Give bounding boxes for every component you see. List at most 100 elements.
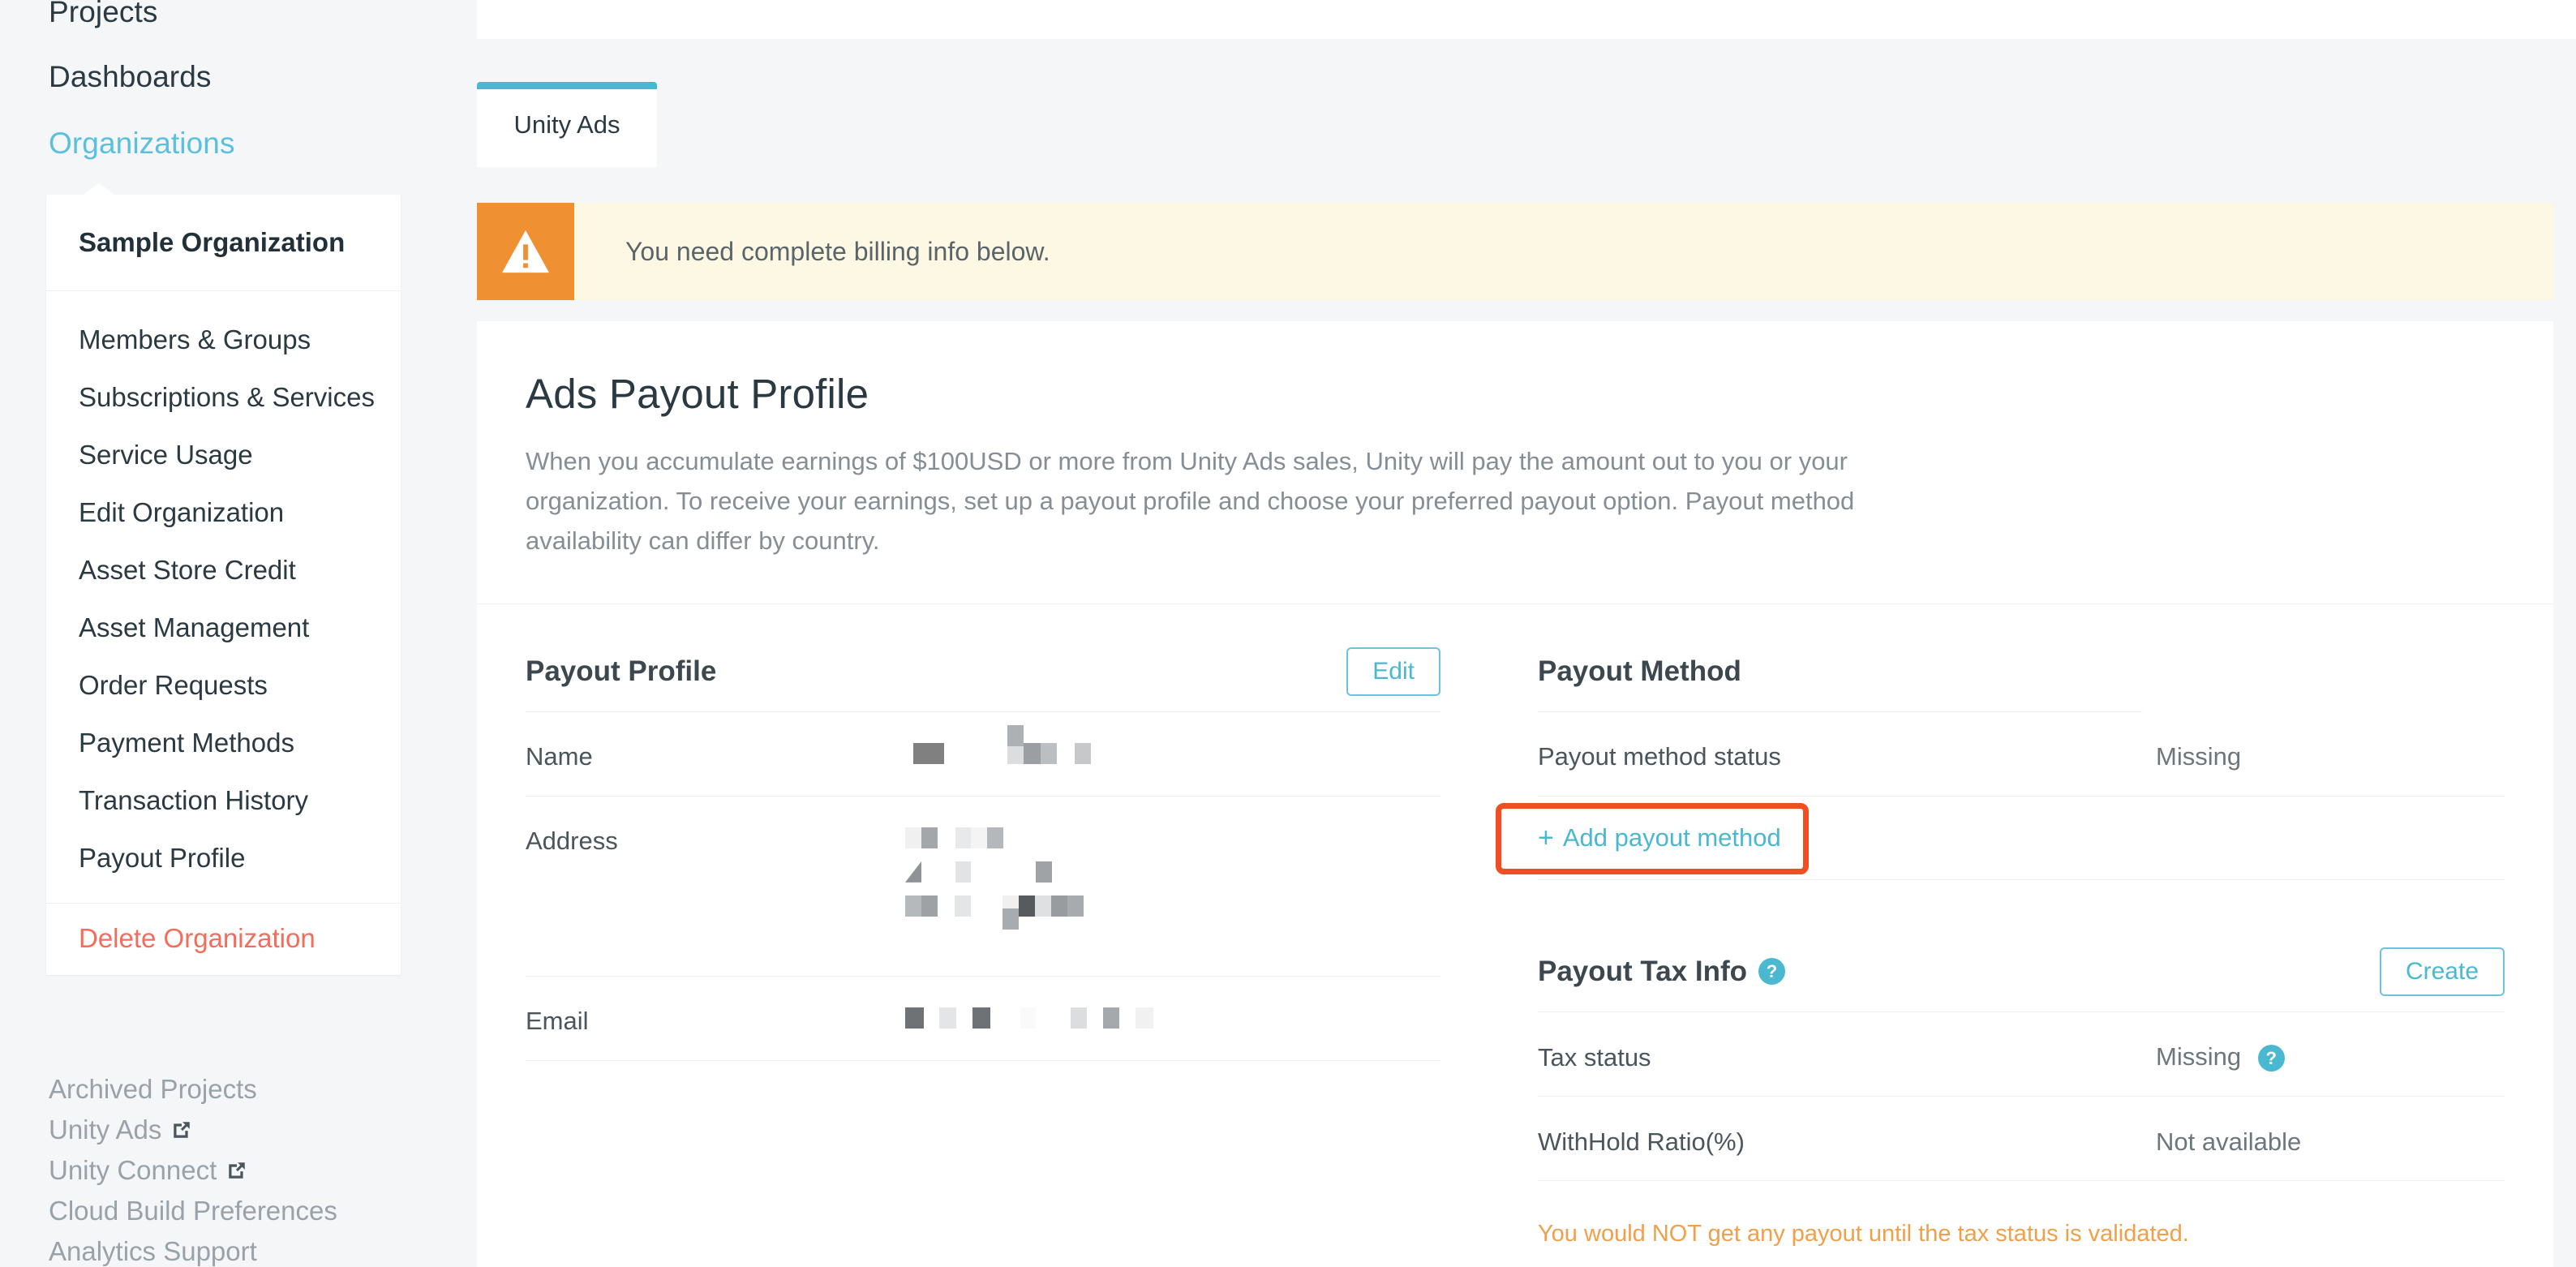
sidebar-item-label: Unity Ads bbox=[49, 1115, 162, 1145]
redaction-block bbox=[972, 1007, 990, 1029]
create-button[interactable]: Create bbox=[2379, 947, 2505, 996]
sidebar-item-payment-methods[interactable]: Payment Methods bbox=[46, 714, 401, 771]
plus-icon: + bbox=[1538, 822, 1554, 853]
redacted-name-value bbox=[905, 724, 1091, 764]
redaction-line bbox=[905, 827, 1084, 848]
row-label: Name bbox=[526, 741, 593, 771]
app-root: Projects Dashboards Organizations Sample… bbox=[0, 0, 2576, 1267]
sidebar-item-label: Projects bbox=[49, 0, 158, 28]
redaction-block bbox=[1051, 895, 1067, 917]
tab-bar: Unity Ads bbox=[477, 82, 657, 167]
sidebar-item-label: Service Usage bbox=[79, 440, 253, 470]
redaction-line bbox=[905, 724, 1091, 764]
sidebar-item-label: Transaction History bbox=[79, 785, 309, 815]
page-description: When you accumulate earnings of $100USD … bbox=[526, 447, 1855, 555]
section-title: Payout Tax Info bbox=[1538, 955, 1747, 987]
redaction-block bbox=[1007, 724, 1024, 746]
sidebar-item-service-usage[interactable]: Service Usage bbox=[46, 426, 401, 483]
billing-warning-banner: You need complete billing info below. bbox=[477, 203, 2553, 300]
redaction-block bbox=[921, 895, 938, 917]
panel-body: Payout Profile Edit Name Address Email P… bbox=[477, 604, 2553, 1248]
sidebar-item-unity-connect[interactable]: Unity Connect bbox=[49, 1150, 337, 1191]
sidebar-item-label: Unity Connect bbox=[49, 1155, 217, 1185]
row-label: WithHold Ratio(%) bbox=[1538, 1127, 1745, 1156]
redaction-block bbox=[921, 827, 938, 848]
redaction-block bbox=[905, 895, 921, 917]
sidebar: Projects Dashboards Organizations Sample… bbox=[0, 0, 477, 1267]
org-danger-section: Delete Organization bbox=[46, 903, 401, 975]
redaction-block bbox=[913, 742, 944, 764]
sidebar-item-edit-organization[interactable]: Edit Organization bbox=[46, 483, 401, 541]
sidebar-item-archived-projects[interactable]: Archived Projects bbox=[49, 1069, 337, 1110]
main-content: Unity Ads You need complete billing info… bbox=[477, 39, 2576, 1267]
redaction-block bbox=[1035, 895, 1051, 917]
external-link-icon bbox=[226, 1160, 247, 1181]
org-submenu-links: Members & Groups Subscriptions & Service… bbox=[46, 291, 401, 903]
panel-header: Ads Payout Profile When you accumulate e… bbox=[477, 321, 2553, 604]
redacted-email-value bbox=[905, 1007, 1153, 1029]
sidebar-item-label: Asset Management bbox=[79, 612, 310, 642]
help-icon[interactable]: ? bbox=[2257, 1045, 2285, 1072]
row-label: Address bbox=[526, 826, 618, 855]
sidebar-item-organizations[interactable]: Organizations bbox=[0, 128, 235, 158]
redaction-block bbox=[955, 895, 971, 917]
profile-row-email: Email bbox=[526, 977, 1440, 1061]
redaction-block bbox=[955, 827, 971, 848]
sidebar-item-delete-organization[interactable]: Delete Organization bbox=[46, 923, 401, 954]
sidebar-item-unity-ads[interactable]: Unity Ads bbox=[49, 1110, 337, 1150]
row-label: Tax status bbox=[1538, 1042, 1651, 1072]
sidebar-item-label: Dashboards bbox=[49, 60, 212, 93]
sidebar-item-transaction-history[interactable]: Transaction History bbox=[46, 771, 401, 829]
sidebar-item-order-requests[interactable]: Order Requests bbox=[46, 656, 401, 714]
sidebar-item-cloud-build-preferences[interactable]: Cloud Build Preferences bbox=[49, 1191, 337, 1231]
redaction-block bbox=[1024, 742, 1041, 764]
redaction-block bbox=[939, 1007, 956, 1029]
payout-profile-header: Payout Profile Edit bbox=[526, 643, 1440, 700]
sidebar-item-label: Analytics Support bbox=[49, 1236, 257, 1266]
payout-method-status-row: Payout method status Missing bbox=[1538, 712, 2505, 797]
redaction-line bbox=[905, 861, 1084, 883]
tax-validation-warning: You would NOT get any payout until the t… bbox=[1538, 1221, 2189, 1248]
sidebar-item-subscriptions-services[interactable]: Subscriptions & Services bbox=[46, 368, 401, 426]
tab-unity-ads[interactable]: Unity Ads bbox=[477, 82, 657, 167]
external-link-icon bbox=[171, 1119, 192, 1140]
profile-row-address: Address bbox=[526, 797, 1440, 977]
add-payout-method-button[interactable]: + Add payout method bbox=[1538, 824, 1781, 852]
sidebar-item-label: Delete Organization bbox=[79, 923, 316, 953]
sidebar-item-dashboards[interactable]: Dashboards bbox=[0, 62, 212, 92]
sidebar-item-projects[interactable]: Projects bbox=[0, 0, 157, 27]
page-title: Ads Payout Profile bbox=[526, 371, 869, 417]
redaction-block bbox=[1136, 1007, 1153, 1029]
redaction-block bbox=[955, 861, 971, 883]
withhold-ratio-value: Not available bbox=[2156, 1127, 2302, 1156]
redaction-block bbox=[987, 827, 1003, 848]
sidebar-item-label: Payment Methods bbox=[79, 728, 294, 758]
redaction-line bbox=[905, 1007, 1153, 1029]
sidebar-item-payout-profile[interactable]: Payout Profile bbox=[46, 829, 401, 887]
edit-button[interactable]: Edit bbox=[1346, 646, 1440, 696]
add-payout-method-label: Add payout method bbox=[1562, 823, 1781, 853]
sidebar-item-asset-management[interactable]: Asset Management bbox=[46, 599, 401, 656]
payout-panel: Ads Payout Profile When you accumulate e… bbox=[477, 321, 2553, 1267]
tab-label: Unity Ads bbox=[513, 110, 620, 139]
sidebar-item-label: Order Requests bbox=[79, 670, 268, 700]
sidebar-item-label: Edit Organization bbox=[79, 497, 285, 527]
withhold-ratio-row: WithHold Ratio(%) Not available bbox=[1538, 1097, 2505, 1182]
top-white-strip bbox=[477, 0, 2576, 39]
sidebar-item-members-groups[interactable]: Members & Groups bbox=[46, 311, 401, 368]
sidebar-item-asset-store-credit[interactable]: Asset Store Credit bbox=[46, 541, 401, 599]
sidebar-item-analytics-support[interactable]: Analytics Support bbox=[49, 1231, 337, 1267]
sidebar-footer-links: Archived Projects Unity Ads Unity Connec… bbox=[49, 1069, 337, 1267]
sidebar-item-label: Archived Projects bbox=[49, 1074, 257, 1104]
redaction-block bbox=[1036, 861, 1052, 883]
redaction-block bbox=[1019, 895, 1035, 917]
sidebar-item-label: Asset Store Credit bbox=[79, 555, 296, 585]
banner-message: You need complete billing info below. bbox=[625, 236, 1050, 266]
redaction-block bbox=[905, 861, 921, 883]
redaction-block bbox=[971, 827, 987, 848]
help-icon[interactable]: ? bbox=[1758, 958, 1785, 986]
tax-status-row: Tax status Missing ? bbox=[1538, 1012, 2505, 1097]
redaction-block bbox=[1041, 742, 1057, 764]
payout-method-tax-section: Payout Method Payout method status Missi… bbox=[1489, 604, 2553, 1248]
